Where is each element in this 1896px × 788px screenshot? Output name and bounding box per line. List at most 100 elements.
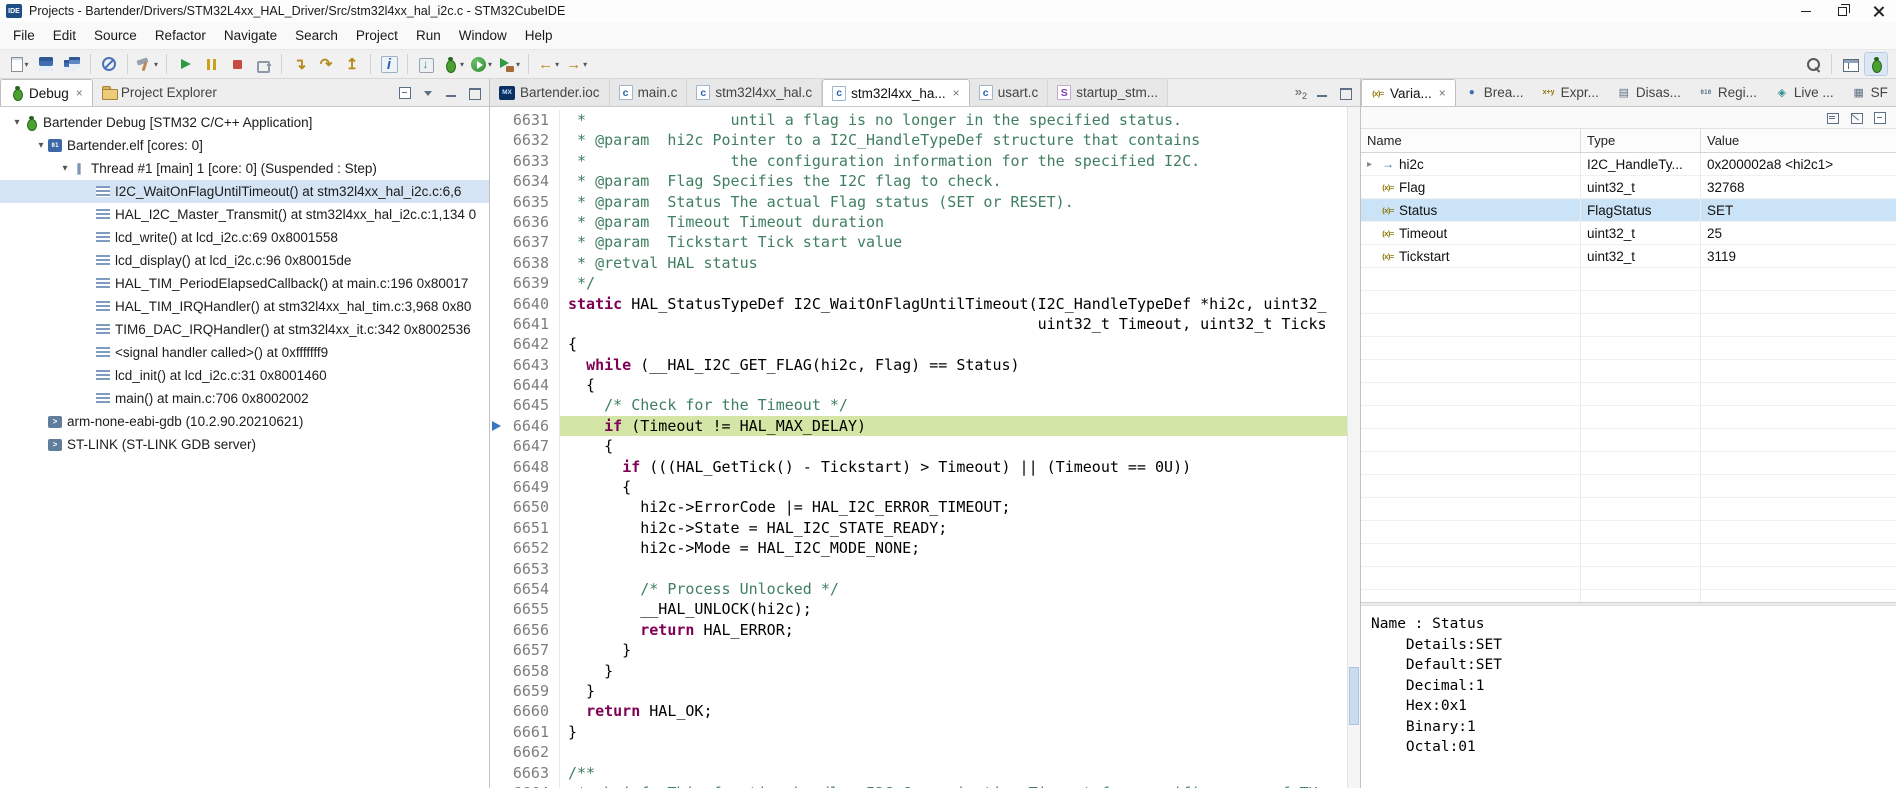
line-number[interactable]: 6653 [506,558,560,579]
view-tab-sf[interactable]: ▦ SF [1843,79,1896,106]
scrollbar-thumb[interactable] [1349,667,1359,725]
minimize-window-button[interactable] [1788,0,1824,22]
code-text[interactable]: * @param Timeout Timeout duration [560,212,1347,232]
line-number[interactable]: 6642 [506,334,560,355]
tree-expand-chevron-icon[interactable]: ▾ [10,117,24,128]
line-number[interactable]: 6643 [506,354,560,376]
maximize-view-icon[interactable] [1338,85,1353,100]
code-text[interactable]: /** [560,763,1347,783]
code-text[interactable]: * @param Status The actual Flag status (… [560,192,1347,212]
line-marker-gutter[interactable] [490,538,506,558]
line-number[interactable]: 6654 [506,578,560,600]
line-number[interactable]: 6631 [506,110,560,131]
view-tab-varia[interactable]: (x)= Varia... × [1361,79,1456,106]
line-number[interactable]: 6636 [506,211,560,233]
menu-source[interactable]: Source [85,25,146,47]
editor-tab-usart-c[interactable]: c usart.c [969,79,1049,106]
line-number[interactable]: 6655 [506,599,560,620]
debug-perspective-button[interactable] [1864,52,1888,76]
line-marker-gutter[interactable] [490,395,506,415]
flash-button[interactable] [414,52,438,76]
tree-expand-chevron-icon[interactable]: ▾ [58,163,72,174]
terminate-button[interactable] [225,52,249,76]
save-button[interactable] [34,52,58,76]
suspend-button[interactable] [199,52,223,76]
close-tab-button[interactable]: × [76,86,83,100]
line-number[interactable]: 6661 [506,721,560,743]
debug-tree-item[interactable]: TIM6_DAC_IRQHandler() at stm32l4xx_it.c:… [0,318,489,341]
line-marker-gutter[interactable] [490,701,506,721]
code-text[interactable]: { [560,477,1347,497]
editor-scrollbar[interactable] [1347,107,1360,788]
line-marker-gutter[interactable] [490,477,506,497]
line-number[interactable]: 6637 [506,232,560,253]
line-number[interactable]: 6651 [506,517,560,539]
line-marker-gutter[interactable] [490,436,506,456]
editor-tab-stm32l4xx-ha[interactable]: c stm32l4xx_ha... × [822,79,970,106]
code-text[interactable]: * @brief This function handles I2C Commu… [560,783,1347,788]
code-text[interactable]: */ [560,273,1347,293]
line-number[interactable]: 6663 [506,762,560,783]
debug-tree-item[interactable]: <signal handler called>() at 0xfffffff9 [0,341,489,364]
debug-tree-item[interactable]: lcd_init() at lcd_i2c.c:31 0x8001460 [0,364,489,387]
view-menu-icon[interactable] [421,85,436,100]
line-marker-gutter[interactable] [490,620,506,640]
code-text[interactable] [560,742,1347,762]
line-number[interactable]: 6640 [506,293,560,314]
skip-all-breakpoints-button[interactable] [97,52,121,76]
editor-tab-main-c[interactable]: c main.c [609,79,688,106]
show-logical-structures-icon[interactable] [1849,110,1864,125]
view-tab-debug[interactable]: Debug × [0,79,93,106]
code-text[interactable]: } [560,661,1347,681]
line-number[interactable]: 6662 [506,742,560,763]
editor-tab-overflow[interactable]: » 2 [1295,84,1307,101]
debug-tree-item[interactable]: lcd_write() at lcd_i2c.c:69 0x8001558 [0,226,489,249]
line-marker-gutter[interactable] [490,579,506,599]
code-text[interactable]: static HAL_StatusTypeDef I2C_WaitOnFlagU… [560,294,1347,314]
step-return-button[interactable]: ↥ [340,52,364,76]
view-tab-live[interactable]: ◈ Live ... [1766,79,1843,106]
code-text[interactable]: hi2c->State = HAL_I2C_STATE_READY; [560,518,1347,538]
code-text[interactable]: if (Timeout != HAL_MAX_DELAY) [560,415,1347,437]
code-text[interactable]: * @retval HAL status [560,253,1347,273]
code-area[interactable]: 6631 * until a flag is no longer in the … [490,107,1360,788]
code-text[interactable]: if (((HAL_GetTick() - Tickstart) > Timeo… [560,457,1347,477]
line-marker-gutter[interactable] [490,151,506,171]
debug-tree-item[interactable]: HAL_TIM_PeriodElapsedCallback() at main.… [0,272,489,295]
code-text[interactable]: } [560,681,1347,701]
view-tab-brea[interactable]: ● Brea... [1456,79,1533,106]
line-marker-gutter[interactable] [490,171,506,191]
line-marker-gutter[interactable] [490,681,506,701]
view-tab-expr[interactable]: x+y Expr... [1533,79,1608,106]
line-marker-gutter[interactable] [490,130,506,150]
line-number[interactable]: 6658 [506,660,560,681]
variable-row[interactable]: (x)= Flag uint32_t 32768 [1361,176,1896,199]
line-marker-gutter[interactable] [490,334,506,354]
code-text[interactable]: __HAL_UNLOCK(hi2c); [560,599,1347,619]
new-button[interactable]: ▾ [8,52,32,76]
code-text[interactable]: * the configuration information for the … [560,151,1347,171]
restore-window-button[interactable] [1824,0,1860,22]
line-marker-gutter[interactable] [490,110,506,130]
line-number[interactable]: 6659 [506,680,560,702]
external-tools-button[interactable]: ▾ [496,52,522,76]
variable-row[interactable]: (x)= Timeout uint32_t 25 [1361,222,1896,245]
debug-tree-item[interactable]: ▾ ∥ Thread #1 [main] 1 [core: 0] (Suspende… [0,157,489,180]
line-marker-gutter[interactable] [490,722,506,742]
menu-edit[interactable]: Edit [44,25,85,47]
line-number[interactable]: 6635 [506,191,560,212]
debug-tree-item[interactable]: > ST-LINK (ST-LINK GDB server) [0,433,489,456]
disconnect-button[interactable] [251,52,275,76]
code-text[interactable]: hi2c->ErrorCode |= HAL_I2C_ERROR_TIMEOUT… [560,497,1347,517]
code-text[interactable]: } [560,722,1347,742]
line-number[interactable]: 6652 [506,538,560,559]
line-marker-gutter[interactable] [490,742,506,762]
open-perspective-button[interactable] [1838,52,1862,76]
menu-run[interactable]: Run [407,25,450,47]
line-number[interactable]: 6632 [506,130,560,151]
code-text[interactable]: } [560,640,1347,660]
debug-tree-item[interactable]: I2C_WaitOnFlagUntilTimeout() at stm32l4x… [0,180,489,203]
debug-tree-item[interactable]: lcd_display() at lcd_i2c.c:96 0x80015de [0,249,489,272]
line-number[interactable]: 6646 [506,415,560,437]
instruction-stepping-button[interactable]: i [377,52,401,76]
